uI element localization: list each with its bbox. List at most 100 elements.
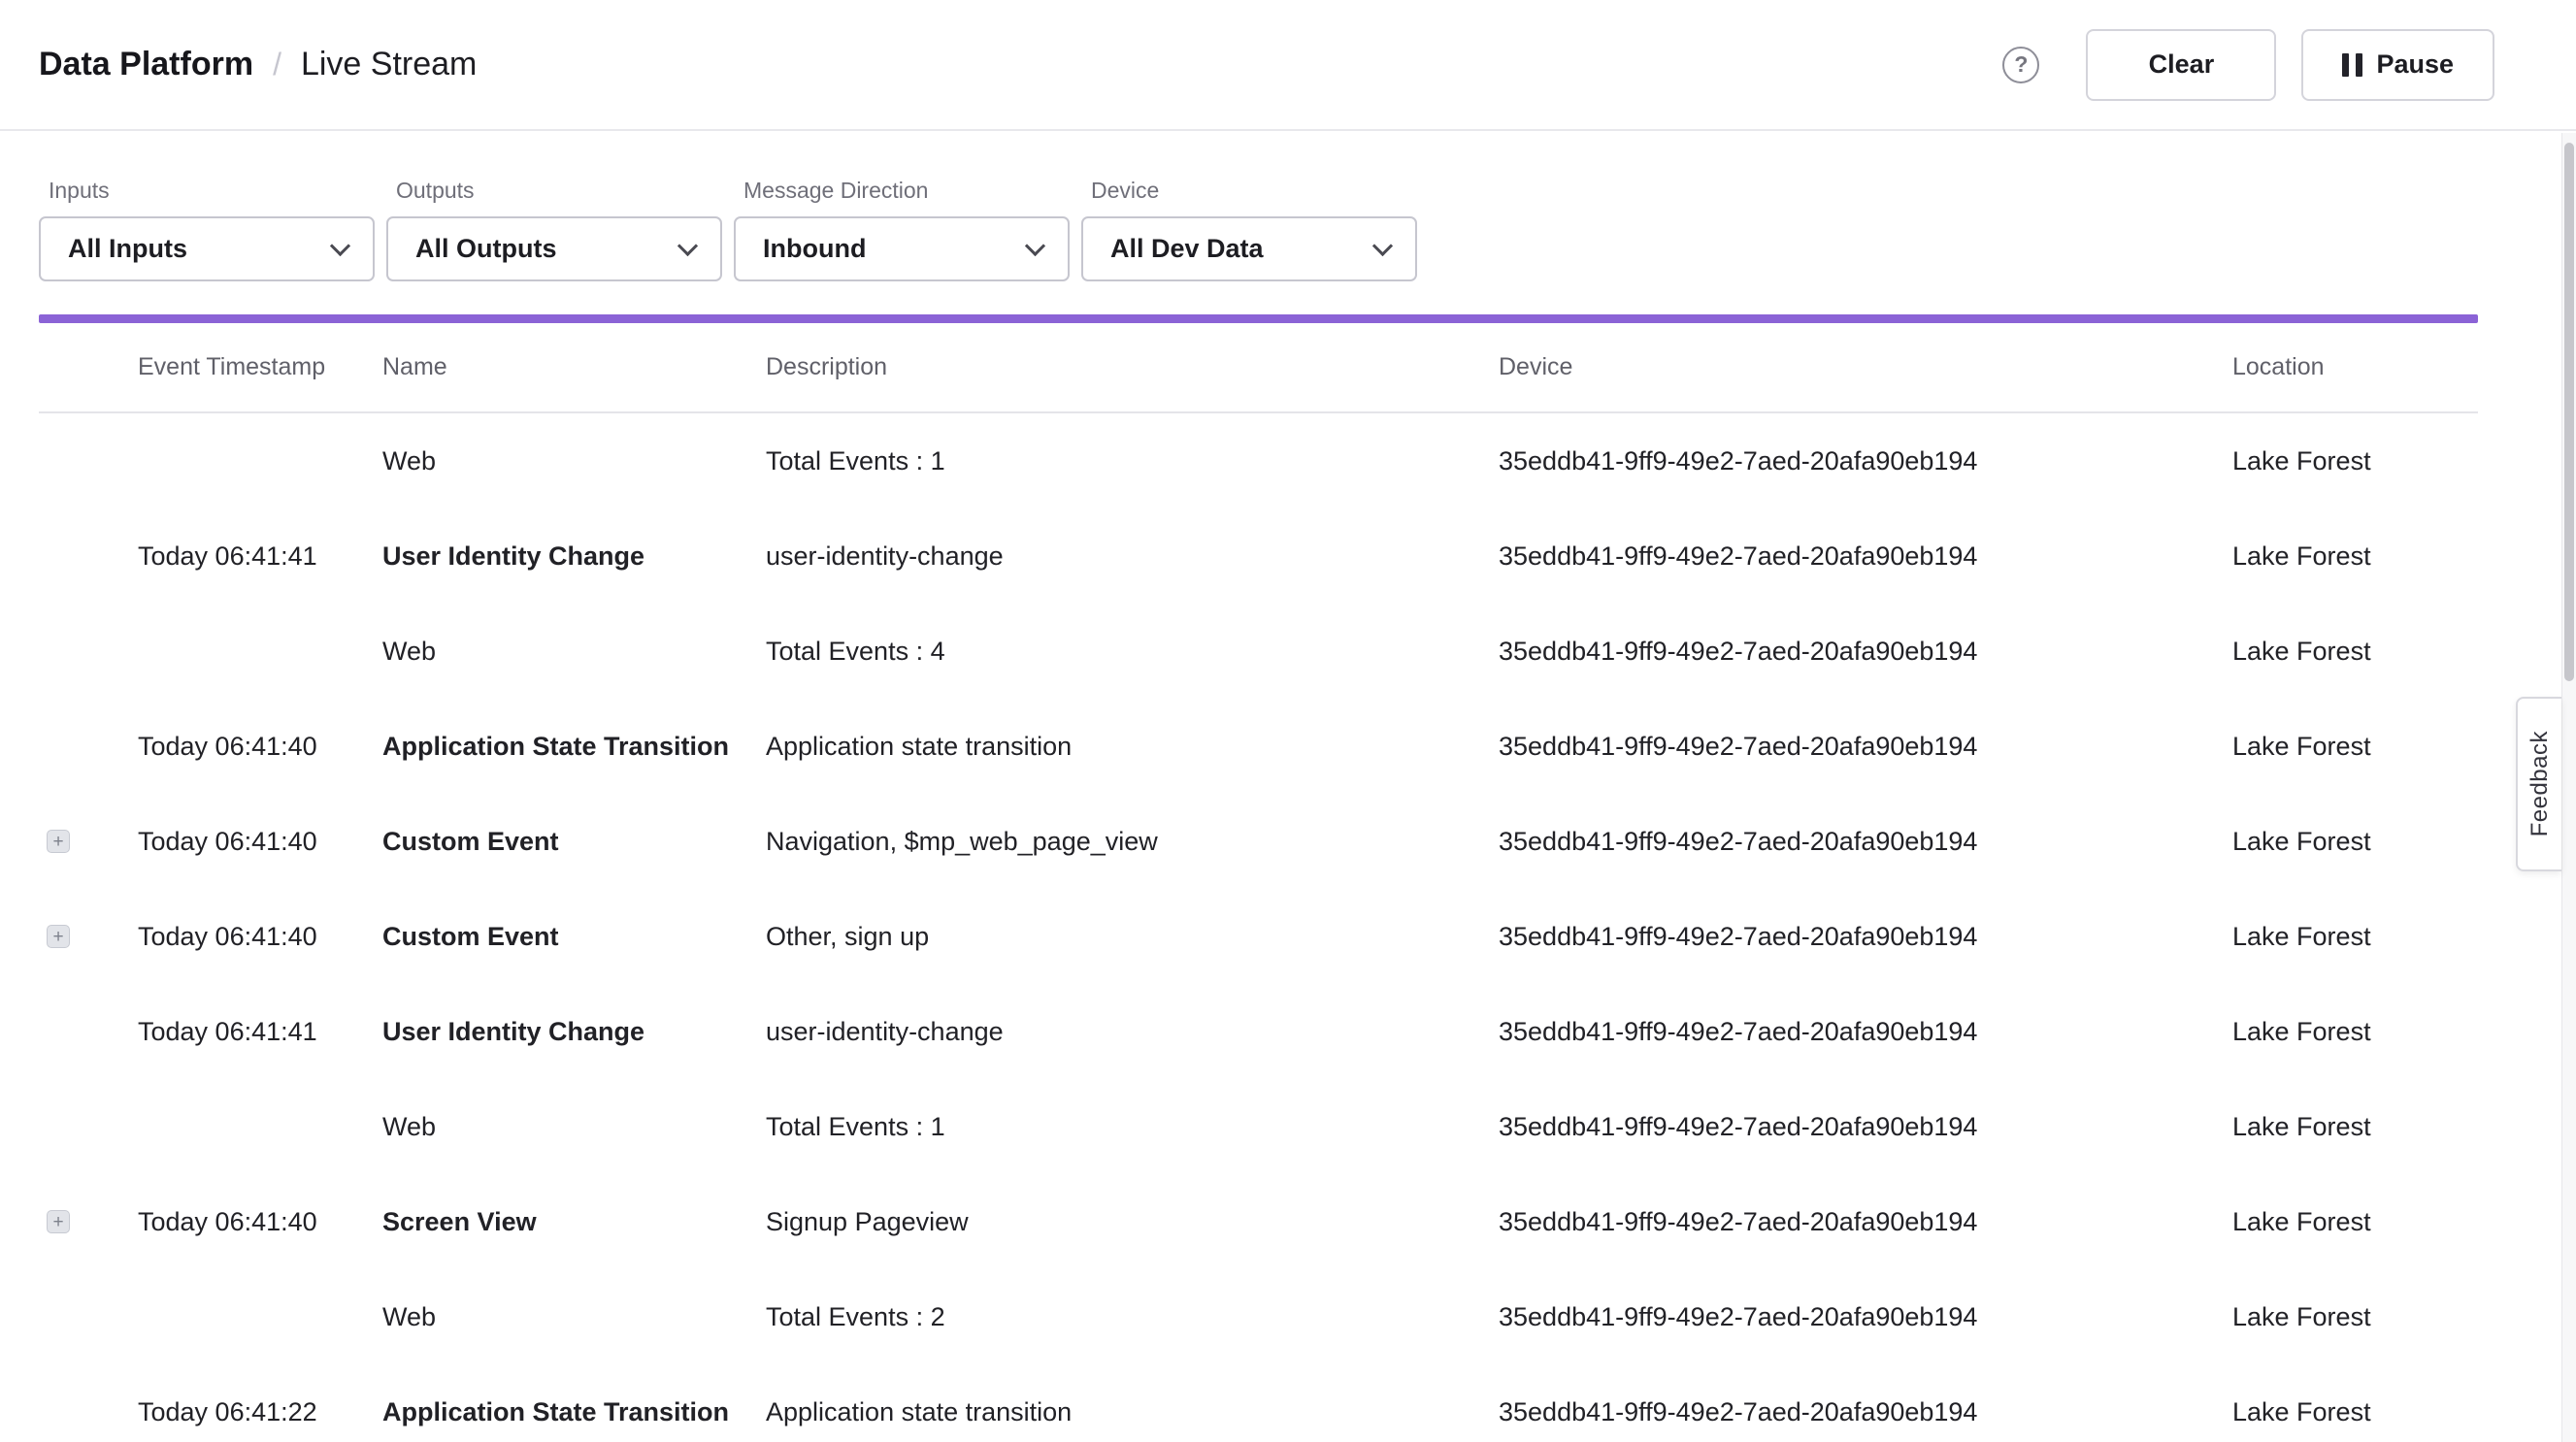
expand-cell: + bbox=[39, 639, 138, 663]
cell-timestamp: Today 06:41:22 bbox=[138, 1397, 382, 1427]
device-dropdown[interactable]: All Dev Data bbox=[1081, 216, 1417, 281]
cell-location: Lake Forest bbox=[2232, 1302, 2478, 1332]
cell-name: Application State Transition bbox=[382, 1397, 766, 1427]
cell-description: Navigation, $mp_web_page_view bbox=[766, 827, 1499, 857]
filter-device-label: Device bbox=[1081, 178, 1417, 204]
message-direction-dropdown-value: Inbound bbox=[763, 234, 866, 264]
pause-button[interactable]: Pause bbox=[2301, 29, 2494, 101]
cell-device: 35eddb41-9ff9-49e2-7aed-20afa90eb194 bbox=[1499, 637, 2232, 667]
vertical-scrollbar[interactable] bbox=[2561, 133, 2576, 1442]
column-description: Description bbox=[766, 353, 1499, 381]
expand-cell: + bbox=[39, 1400, 138, 1424]
cell-device: 35eddb41-9ff9-49e2-7aed-20afa90eb194 bbox=[1499, 446, 2232, 476]
table-row[interactable]: + Web Total Events : 4 35eddb41-9ff9-49e… bbox=[39, 604, 2478, 699]
message-direction-dropdown[interactable]: Inbound bbox=[734, 216, 1070, 281]
filter-bar: Inputs All Inputs Outputs All Outputs Me… bbox=[39, 178, 2576, 281]
cell-description: Application state transition bbox=[766, 1397, 1499, 1427]
cell-name: User Identity Change bbox=[382, 1017, 766, 1047]
table-row[interactable]: + Today 06:41:22 Application State Trans… bbox=[39, 1364, 2478, 1442]
chevron-down-icon bbox=[1372, 235, 1393, 255]
cell-name: Custom Event bbox=[382, 922, 766, 952]
scrollbar-thumb[interactable] bbox=[2564, 143, 2574, 681]
filter-message-direction: Message Direction Inbound bbox=[734, 178, 1070, 281]
top-bar: Data Platform / Live Stream ? Clear Paus… bbox=[0, 0, 2576, 131]
cell-name: Application State Transition bbox=[382, 732, 766, 762]
table-row[interactable]: + Today 06:41:40 Custom Event Navigation… bbox=[39, 794, 2478, 889]
cell-device: 35eddb41-9ff9-49e2-7aed-20afa90eb194 bbox=[1499, 827, 2232, 857]
cell-location: Lake Forest bbox=[2232, 1017, 2478, 1047]
expand-plus-icon[interactable]: + bbox=[47, 830, 70, 853]
event-table: Event Timestamp Name Description Device … bbox=[39, 323, 2478, 1442]
clear-button-label: Clear bbox=[2149, 49, 2215, 80]
expand-cell: + bbox=[39, 544, 138, 568]
cell-device: 35eddb41-9ff9-49e2-7aed-20afa90eb194 bbox=[1499, 1112, 2232, 1142]
inputs-dropdown[interactable]: All Inputs bbox=[39, 216, 375, 281]
cell-timestamp: Today 06:41:40 bbox=[138, 827, 382, 857]
cell-name: Screen View bbox=[382, 1207, 766, 1237]
expand-plus-icon[interactable]: + bbox=[47, 925, 70, 948]
outputs-dropdown[interactable]: All Outputs bbox=[386, 216, 722, 281]
cell-timestamp: Today 06:41:40 bbox=[138, 732, 382, 762]
chevron-down-icon bbox=[1025, 235, 1045, 255]
column-event-timestamp: Event Timestamp bbox=[138, 353, 382, 381]
chevron-down-icon bbox=[330, 235, 350, 255]
clear-button[interactable]: Clear bbox=[2086, 29, 2276, 101]
cell-location: Lake Forest bbox=[2232, 827, 2478, 857]
help-icon[interactable]: ? bbox=[2002, 47, 2039, 83]
column-name: Name bbox=[382, 353, 766, 381]
table-row[interactable]: + Today 06:41:40 Screen View Signup Page… bbox=[39, 1174, 2478, 1269]
table-row[interactable]: + Web Total Events : 1 35eddb41-9ff9-49e… bbox=[39, 1079, 2478, 1174]
table-row[interactable]: + Web Total Events : 2 35eddb41-9ff9-49e… bbox=[39, 1269, 2478, 1364]
breadcrumb: Data Platform / Live Stream bbox=[39, 46, 477, 83]
feedback-tab-label: Feedback bbox=[2526, 731, 2554, 836]
cell-device: 35eddb41-9ff9-49e2-7aed-20afa90eb194 bbox=[1499, 1207, 2232, 1237]
cell-location: Lake Forest bbox=[2232, 922, 2478, 952]
table-row[interactable]: + Today 06:41:40 Custom Event Other, sig… bbox=[39, 889, 2478, 984]
cell-location: Lake Forest bbox=[2232, 1112, 2478, 1142]
cell-location: Lake Forest bbox=[2232, 1397, 2478, 1427]
cell-device: 35eddb41-9ff9-49e2-7aed-20afa90eb194 bbox=[1499, 922, 2232, 952]
cell-location: Lake Forest bbox=[2232, 446, 2478, 476]
expand-plus-icon[interactable]: + bbox=[47, 1210, 70, 1233]
cell-name: Web bbox=[382, 446, 766, 476]
cell-timestamp: Today 06:41:41 bbox=[138, 541, 382, 572]
event-rows: + Web Total Events : 1 35eddb41-9ff9-49e… bbox=[39, 413, 2478, 1442]
cell-name: User Identity Change bbox=[382, 541, 766, 572]
cell-description: Total Events : 4 bbox=[766, 637, 1499, 667]
cell-description: Total Events : 2 bbox=[766, 1302, 1499, 1332]
device-dropdown-value: All Dev Data bbox=[1110, 234, 1264, 264]
breadcrumb-separator: / bbox=[273, 47, 281, 82]
chevron-down-icon bbox=[677, 235, 698, 255]
filter-outputs: Outputs All Outputs bbox=[386, 178, 722, 281]
cell-name: Custom Event bbox=[382, 827, 766, 857]
cell-description: Total Events : 1 bbox=[766, 1112, 1499, 1142]
cell-timestamp: Today 06:41:40 bbox=[138, 922, 382, 952]
filter-inputs-label: Inputs bbox=[39, 178, 375, 204]
table-row[interactable]: + Web Total Events : 1 35eddb41-9ff9-49e… bbox=[39, 413, 2478, 508]
table-row[interactable]: + Today 06:41:41 User Identity Change us… bbox=[39, 984, 2478, 1079]
column-device: Device bbox=[1499, 353, 2232, 381]
table-row[interactable]: + Today 06:41:41 User Identity Change us… bbox=[39, 508, 2478, 604]
expand-cell: + bbox=[39, 1305, 138, 1328]
cell-name: Web bbox=[382, 1302, 766, 1332]
outputs-dropdown-value: All Outputs bbox=[415, 234, 556, 264]
breadcrumb-data-platform[interactable]: Data Platform bbox=[39, 46, 253, 83]
cell-device: 35eddb41-9ff9-49e2-7aed-20afa90eb194 bbox=[1499, 1302, 2232, 1332]
cell-location: Lake Forest bbox=[2232, 732, 2478, 762]
expand-cell: + bbox=[39, 1115, 138, 1138]
filter-message-direction-label: Message Direction bbox=[734, 178, 1070, 204]
event-table-header: Event Timestamp Name Description Device … bbox=[39, 323, 2478, 413]
feedback-tab[interactable]: Feedback bbox=[2516, 697, 2561, 871]
inputs-dropdown-value: All Inputs bbox=[68, 234, 187, 264]
expand-cell: + bbox=[39, 925, 138, 948]
cell-timestamp: Today 06:41:41 bbox=[138, 1017, 382, 1047]
cell-name: Web bbox=[382, 1112, 766, 1142]
cell-description: user-identity-change bbox=[766, 541, 1499, 572]
cell-name: Web bbox=[382, 637, 766, 667]
cell-description: Total Events : 1 bbox=[766, 446, 1499, 476]
cell-description: Other, sign up bbox=[766, 922, 1499, 952]
top-bar-actions: ? Clear Pause bbox=[2002, 29, 2494, 101]
expand-cell: + bbox=[39, 449, 138, 473]
page-title: Live Stream bbox=[301, 46, 477, 83]
table-row[interactable]: + Today 06:41:40 Application State Trans… bbox=[39, 699, 2478, 794]
